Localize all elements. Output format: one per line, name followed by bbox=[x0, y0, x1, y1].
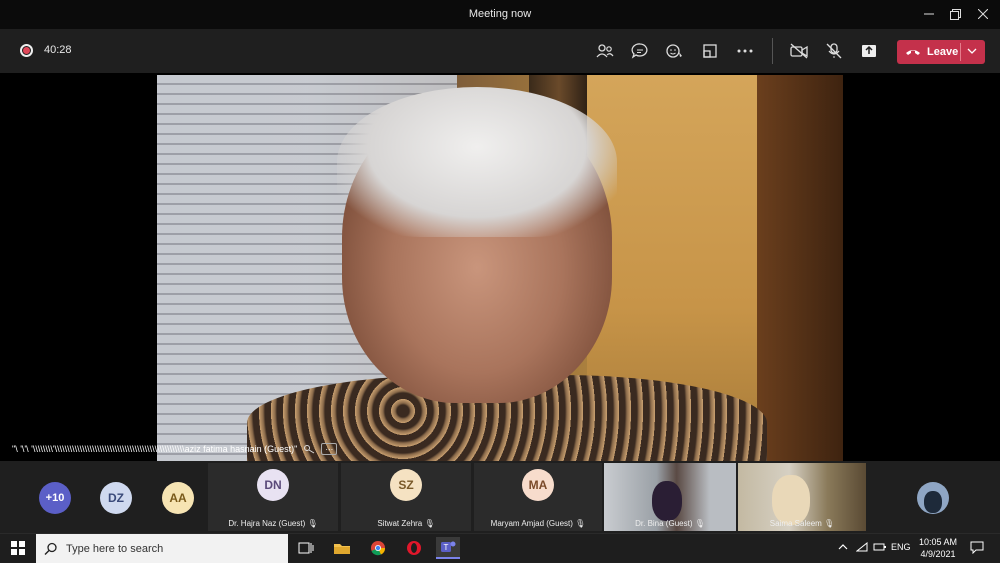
leave-options-button[interactable] bbox=[967, 44, 977, 63]
participant-strip: +10 DZ AA DN Dr. Hajra Naz (Guest) 🎙 SZ … bbox=[0, 461, 1000, 533]
hangup-icon bbox=[906, 50, 920, 55]
opera-icon bbox=[407, 541, 421, 555]
windows-taskbar: Type here to search T ENG 10:05 AM 4/9/2… bbox=[0, 533, 1000, 563]
chrome-icon bbox=[371, 541, 386, 556]
participant-video-figure bbox=[772, 475, 810, 525]
people-icon bbox=[596, 44, 614, 58]
overflow-participants-button[interactable]: +10 bbox=[39, 482, 71, 514]
chevron-down-icon bbox=[967, 48, 977, 54]
participant-name: Maryam Amjad (Guest) 🎙 bbox=[490, 519, 586, 528]
mic-off-icon bbox=[826, 43, 842, 59]
windows-icon bbox=[11, 541, 25, 555]
more-icon bbox=[737, 49, 753, 53]
muted-mic-icon: 🎙 bbox=[824, 519, 835, 528]
camera-off-icon bbox=[790, 43, 808, 59]
svg-text:T: T bbox=[444, 543, 449, 552]
speaker-video bbox=[157, 75, 843, 461]
task-view-button[interactable] bbox=[294, 537, 318, 559]
muted-mic-icon: 🎙 bbox=[424, 519, 435, 528]
participant-video-figure bbox=[652, 481, 682, 521]
participant-name: Saima Saleem 🎙 bbox=[769, 519, 835, 528]
avatar-photo[interactable] bbox=[917, 482, 949, 514]
reactions-button[interactable] bbox=[663, 40, 687, 62]
participant-name: Dr. Hajra Naz (Guest) 🎙 bbox=[228, 519, 318, 528]
taskbar-clock[interactable]: 10:05 AM 4/9/2021 bbox=[912, 536, 964, 560]
chat-icon bbox=[631, 43, 648, 59]
avatar: DN bbox=[257, 469, 289, 501]
share-button[interactable] bbox=[857, 40, 881, 62]
leave-divider bbox=[960, 43, 961, 61]
teams-button[interactable]: T bbox=[436, 537, 460, 559]
muted-mic-icon: 🎙 bbox=[694, 519, 705, 528]
chrome-button[interactable] bbox=[366, 537, 390, 559]
mic-toggle-button[interactable] bbox=[822, 40, 846, 62]
restore-icon bbox=[949, 8, 961, 20]
participant-name: Sitwat Zehra 🎙 bbox=[377, 519, 435, 528]
people-button[interactable] bbox=[593, 40, 617, 62]
meeting-timer: 40:28 bbox=[44, 44, 72, 56]
opera-button[interactable] bbox=[402, 537, 426, 559]
teams-icon: T bbox=[441, 541, 456, 552]
participant-tile[interactable]: DN Dr. Hajra Naz (Guest) 🎙 bbox=[208, 463, 338, 531]
clock-time: 10:05 AM bbox=[918, 537, 958, 547]
network-icon[interactable] bbox=[855, 541, 868, 554]
search-placeholder: Type here to search bbox=[66, 542, 164, 555]
language-indicator[interactable]: ENG bbox=[891, 542, 911, 552]
speaker-label: "\ '\'\ '\\\\\\\\'\\\\\\\\\\\\\\\\\\\\\\… bbox=[12, 441, 338, 457]
participant-video-tile[interactable]: Dr. Bina (Guest) 🎙 bbox=[604, 463, 736, 531]
reactions-icon bbox=[666, 44, 682, 58]
speaker-hair bbox=[337, 87, 617, 237]
avatar: MA bbox=[522, 469, 554, 501]
participant-tile[interactable]: SZ Sitwat Zehra 🎙 bbox=[341, 463, 471, 531]
background-door bbox=[757, 75, 843, 461]
camera-toggle-button[interactable] bbox=[787, 40, 811, 62]
notifications-button[interactable] bbox=[970, 541, 984, 556]
meeting-toolbar: 40:28 Leave bbox=[0, 29, 1000, 73]
participant-name: Dr. Bina (Guest) 🎙 bbox=[635, 519, 705, 528]
pin-icon bbox=[304, 445, 315, 454]
more-actions-button[interactable] bbox=[733, 40, 757, 62]
restore-button[interactable] bbox=[944, 4, 966, 24]
clock-date: 4/9/2021 bbox=[920, 549, 956, 559]
task-view-icon bbox=[298, 542, 314, 554]
close-icon bbox=[978, 9, 988, 19]
speaker-name: "\ '\'\ '\\\\\\\\'\\\\\\\\\\\\\\\\\\\\\\… bbox=[12, 444, 298, 454]
leave-label: Leave bbox=[927, 46, 959, 58]
room-icon bbox=[703, 44, 717, 58]
rooms-button[interactable] bbox=[698, 40, 722, 62]
minimize-button[interactable] bbox=[918, 4, 940, 24]
notification-icon bbox=[970, 541, 984, 555]
title-bar: Meeting now bbox=[0, 0, 1000, 29]
minimize-icon bbox=[924, 13, 934, 15]
participant-tile[interactable]: MA Maryam Amjad (Guest) 🎙 bbox=[474, 463, 602, 531]
avatar: SZ bbox=[390, 469, 422, 501]
recording-icon bbox=[20, 44, 33, 57]
participant-video-tile[interactable]: Saima Saleem 🎙 bbox=[738, 463, 866, 531]
start-button[interactable] bbox=[6, 537, 30, 559]
speaker-more-button[interactable]: ··· bbox=[321, 443, 338, 455]
share-icon bbox=[862, 45, 876, 57]
folder-icon bbox=[334, 544, 350, 554]
muted-mic-icon: 🎙 bbox=[307, 519, 318, 528]
search-icon bbox=[44, 542, 57, 555]
tray-expand-icon[interactable] bbox=[838, 542, 848, 554]
main-stage: "\ '\'\ '\\\\\\\\'\\\\\\\\\\\\\\\\\\\\\\… bbox=[0, 73, 1000, 461]
file-explorer-button[interactable] bbox=[330, 537, 354, 559]
muted-mic-icon: 🎙 bbox=[575, 519, 586, 528]
close-button[interactable] bbox=[972, 4, 994, 24]
avatar-figure bbox=[924, 491, 942, 513]
avatar[interactable]: DZ bbox=[100, 482, 132, 514]
avatar[interactable]: AA bbox=[162, 482, 194, 514]
leave-button[interactable]: Leave bbox=[897, 40, 985, 64]
taskbar-search[interactable]: Type here to search bbox=[36, 534, 288, 563]
chat-button[interactable] bbox=[628, 40, 652, 62]
battery-icon[interactable] bbox=[873, 542, 887, 554]
toolbar-divider bbox=[772, 38, 773, 64]
window-title: Meeting now bbox=[468, 8, 532, 20]
